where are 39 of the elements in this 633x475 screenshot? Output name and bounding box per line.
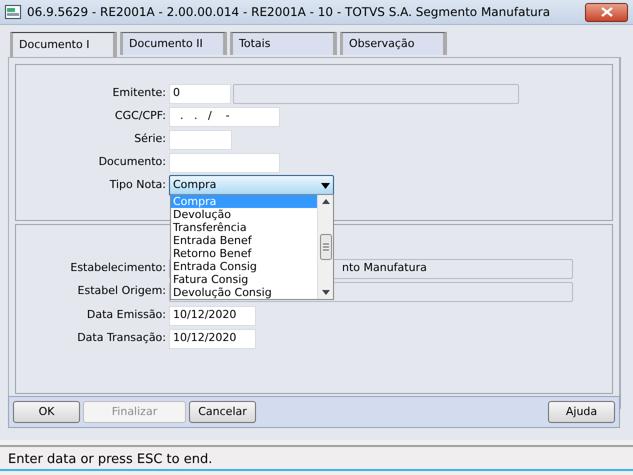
field-label: Estabel Origem: xyxy=(76,283,167,300)
dropdown-option[interactable]: Retorno Benef xyxy=(171,247,317,260)
dropdown-field[interactable]: Compra xyxy=(169,175,334,196)
dialog-button[interactable]: OK xyxy=(13,401,80,423)
field-label: Data Emissão: xyxy=(86,307,167,324)
tab[interactable]: Documento II xyxy=(120,32,227,55)
input-field[interactable] xyxy=(169,130,232,150)
dialog-button[interactable]: Cancelar xyxy=(189,401,256,423)
help-button[interactable]: Ajuda xyxy=(548,401,615,423)
field-label: CGC/CPF: xyxy=(114,108,167,124)
status-text: Enter data or press ESC to end. xyxy=(0,445,633,471)
dropdown-option[interactable]: Devolução xyxy=(171,208,317,221)
field-label: Documento: xyxy=(98,154,167,170)
scroll-up-icon[interactable] xyxy=(322,199,330,204)
dropdown-option[interactable]: Entrada Benef xyxy=(171,234,317,247)
tab[interactable]: Documento I xyxy=(10,32,117,58)
app-icon xyxy=(5,5,21,19)
field-label: Estabelecimento: xyxy=(69,260,167,276)
dropdown-option[interactable]: Devolução Consig xyxy=(171,286,317,299)
dropdown-option[interactable]: Transferência xyxy=(171,221,317,234)
input-field[interactable]: 0 xyxy=(169,84,231,104)
scroll-thumb[interactable] xyxy=(320,234,332,260)
window-title: 06.9.5629 - RE2001A - 2.00.00.014 - RE2001A - 10 - TOTVS S.A. Segmento Manufatura xyxy=(27,4,550,21)
tab[interactable]: Totais xyxy=(230,32,337,55)
dropdown-option[interactable]: Entrada Consig xyxy=(171,260,317,273)
caret-icon xyxy=(321,182,330,188)
input-field[interactable] xyxy=(169,152,280,172)
scrollbar[interactable] xyxy=(317,195,333,299)
field-label: Data Transação: xyxy=(76,330,167,346)
field-label: Série: xyxy=(133,131,167,148)
tab[interactable]: Observação xyxy=(340,32,447,55)
input-field[interactable]: . . / - xyxy=(169,106,280,126)
field-label: Tipo Nota: xyxy=(108,177,167,194)
date-field[interactable]: 10/12/2020 xyxy=(169,306,256,326)
field-label: Emitente: xyxy=(111,85,167,102)
close-icon[interactable] xyxy=(600,7,612,17)
scroll-down-icon[interactable] xyxy=(322,290,330,295)
close-button[interactable] xyxy=(585,2,628,22)
date-field[interactable]: 10/12/2020 xyxy=(169,328,256,348)
